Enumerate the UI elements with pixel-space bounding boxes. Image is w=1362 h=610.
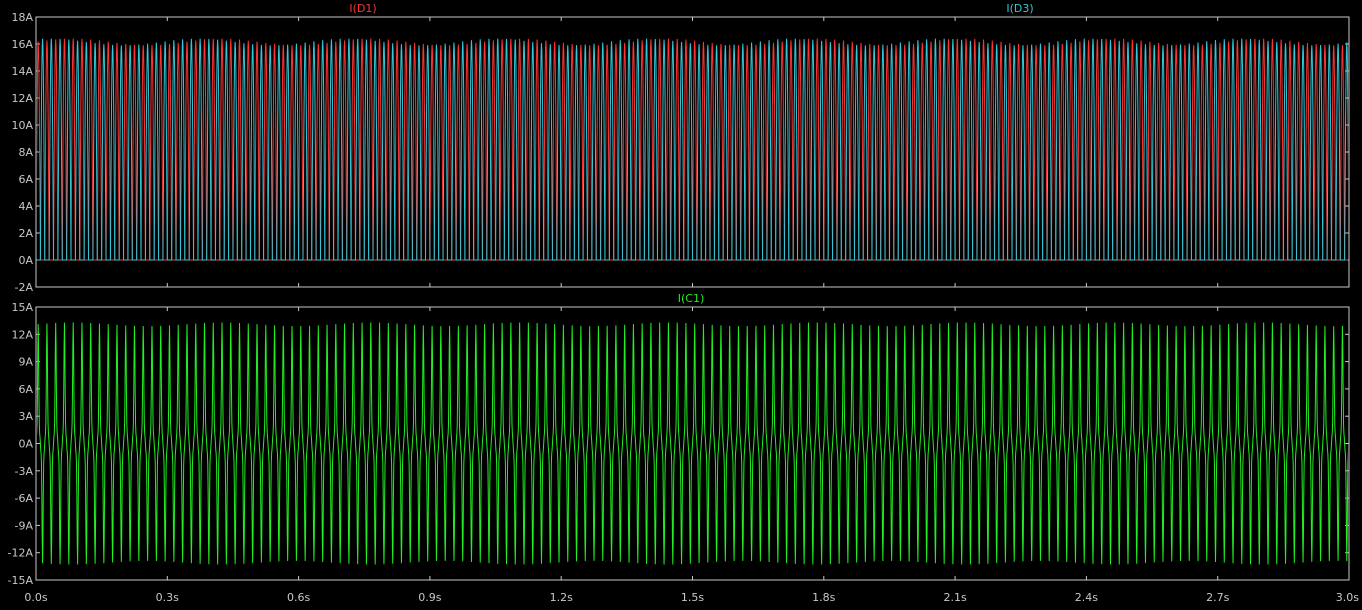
y-tick-label: 15A <box>11 301 33 314</box>
y-tick-label: -12A <box>8 547 34 560</box>
x-tick-label: 0.6s <box>287 591 310 604</box>
y-tick-label: -9A <box>15 519 34 532</box>
y-tick-label: 10A <box>11 119 33 132</box>
x-tick-label: 1.5s <box>681 591 704 604</box>
y-tick-label: -6A <box>15 492 34 505</box>
y-tick-label: 8A <box>18 146 33 159</box>
x-tick-label: 2.1s <box>943 591 966 604</box>
x-tick-label: 0.9s <box>418 591 441 604</box>
y-tick-label: 6A <box>18 383 33 396</box>
y-tick-label: 4A <box>18 200 33 213</box>
y-tick-label: 2A <box>18 227 33 240</box>
y-tick-label: -3A <box>15 465 34 478</box>
x-tick-label: 2.4s <box>1075 591 1098 604</box>
y-tick-label: 0A <box>18 254 33 267</box>
y-tick-label: 18A <box>11 11 33 24</box>
y-tick-label: -2A <box>15 281 34 294</box>
y-tick-label: -15A <box>8 574 34 587</box>
y-tick-label: 0A <box>18 438 33 451</box>
x-tick-label: 2.7s <box>1206 591 1229 604</box>
y-tick-label: 3A <box>18 410 33 423</box>
waveform-viewer: -2A 0A 2A 4A 6A 8A 10A 12A 14A 16A 18A I(D1) I(D3) -1… <box>0 0 1362 606</box>
x-tick-label: 1.2s <box>550 591 573 604</box>
y-tick-label: 12A <box>11 328 33 341</box>
waveform-plots: -2A 0A 2A 4A 6A 8A 10A 12A 14A 16A 18A I(D1) I(D3) -1… <box>0 0 1362 606</box>
x-tick-label: 0.3s <box>156 591 179 604</box>
y-tick-label: 6A <box>18 173 33 186</box>
legend-label[interactable]: I(D1) <box>349 2 376 15</box>
y-tick-label: 12A <box>11 92 33 105</box>
x-tick-label: 0.0s <box>24 591 47 604</box>
legend-label[interactable]: I(D3) <box>1006 2 1033 15</box>
y-tick-label: 9A <box>18 356 33 369</box>
y-tick-label: 14A <box>11 65 33 78</box>
y-tick-label: 16A <box>11 38 33 51</box>
x-tick-label: 3.0s <box>1336 591 1359 604</box>
legend-label[interactable]: I(C1) <box>678 292 705 305</box>
x-tick-label: 1.8s <box>812 591 835 604</box>
